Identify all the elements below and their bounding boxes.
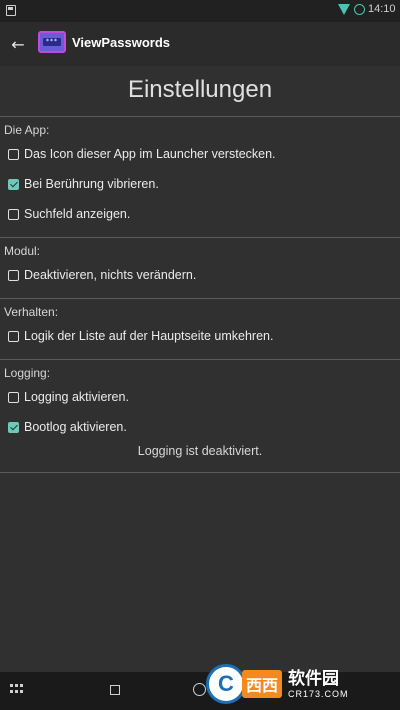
home-circle-icon[interactable] <box>193 683 206 696</box>
notification-icon <box>6 5 16 16</box>
checkbox-unchecked-icon[interactable] <box>8 330 19 342</box>
watermark-text-block: 软件园 CR173.COM <box>288 669 349 699</box>
checkbox-enable-bootlog[interactable]: Bootlog aktivieren. <box>0 412 400 442</box>
watermark-url: CR173.COM <box>288 689 349 699</box>
app-bar: ← *** ViewPasswords <box>0 22 400 66</box>
sync-icon <box>354 4 365 15</box>
checkbox-label: Bei Berührung vibrieren. <box>24 177 159 191</box>
watermark-badge: 西西 <box>242 670 283 698</box>
logging-status-text: Logging ist deaktiviert. <box>137 444 263 458</box>
checkbox-checked-icon[interactable] <box>8 178 19 190</box>
checkbox-unchecked-icon[interactable] <box>8 391 19 403</box>
checkbox-label: Bootlog aktivieren. <box>24 420 127 434</box>
checkbox-invert-list-logic[interactable]: Logik der Liste auf der Hauptseite umkeh… <box>0 321 400 351</box>
back-button[interactable]: ← <box>6 32 30 56</box>
checkbox-enable-logging[interactable]: Logging aktivieren. <box>0 382 400 412</box>
checkbox-vibrate-on-touch[interactable]: Bei Berührung vibrieren. <box>0 169 400 199</box>
checkbox-label: Deaktivieren, nichts verändern. <box>24 268 197 282</box>
section-logging: Logging: Logging aktivieren. Bootlog akt… <box>0 360 400 473</box>
section-app: Die App: Das Icon dieser App im Launcher… <box>0 117 400 238</box>
logo-text: *** <box>46 38 58 45</box>
section-verhalten: Verhalten: Logik der Liste auf der Haupt… <box>0 299 400 360</box>
section-label-logging: Logging: <box>4 366 51 380</box>
recents-square-icon[interactable] <box>110 685 120 695</box>
watermark-logo: C 西西 软件园 CR173.COM <box>206 662 392 706</box>
settings-screen: 14:10 ← *** ViewPasswords Einstellungen … <box>0 0 400 710</box>
section-label-modul: Modul: <box>4 244 41 258</box>
checkbox-label: Logging aktivieren. <box>24 390 129 404</box>
checkbox-label: Suchfeld anzeigen. <box>24 207 131 221</box>
password-app-logo-icon: *** <box>38 31 66 53</box>
checkbox-unchecked-icon[interactable] <box>8 208 19 220</box>
settings-list: Die App: Das Icon dieser App im Launcher… <box>0 116 400 473</box>
status-bar: 14:10 <box>0 0 400 22</box>
checkbox-unchecked-icon[interactable] <box>8 269 19 281</box>
page-title: Einstellungen <box>127 76 273 103</box>
checkbox-hide-launcher-icon[interactable]: Das Icon dieser App im Launcher versteck… <box>0 139 400 169</box>
wifi-icon <box>338 4 350 15</box>
checkbox-deactivate-module[interactable]: Deaktivieren, nichts verändern. <box>0 260 400 290</box>
section-label-verhalten: Verhalten: <box>4 305 59 319</box>
checkbox-checked-icon[interactable] <box>8 421 19 433</box>
checkbox-unchecked-icon[interactable] <box>8 148 19 160</box>
arrow-left-icon: ← <box>11 34 25 54</box>
app-title: ViewPasswords <box>72 35 171 50</box>
watermark-letter: C <box>206 664 246 704</box>
checkbox-label: Das Icon dieser App im Launcher versteck… <box>24 147 276 161</box>
status-time: 14:10 <box>368 3 396 15</box>
section-modul: Modul: Deaktivieren, nichts verändern. <box>0 238 400 299</box>
checkbox-show-search-field[interactable]: Suchfeld anzeigen. <box>0 199 400 229</box>
checkbox-label: Logik der Liste auf der Hauptseite umkeh… <box>24 329 274 343</box>
section-label-app: Die App: <box>4 123 50 137</box>
watermark-text: 软件园 <box>288 669 340 689</box>
apps-grid-icon[interactable] <box>10 684 24 694</box>
